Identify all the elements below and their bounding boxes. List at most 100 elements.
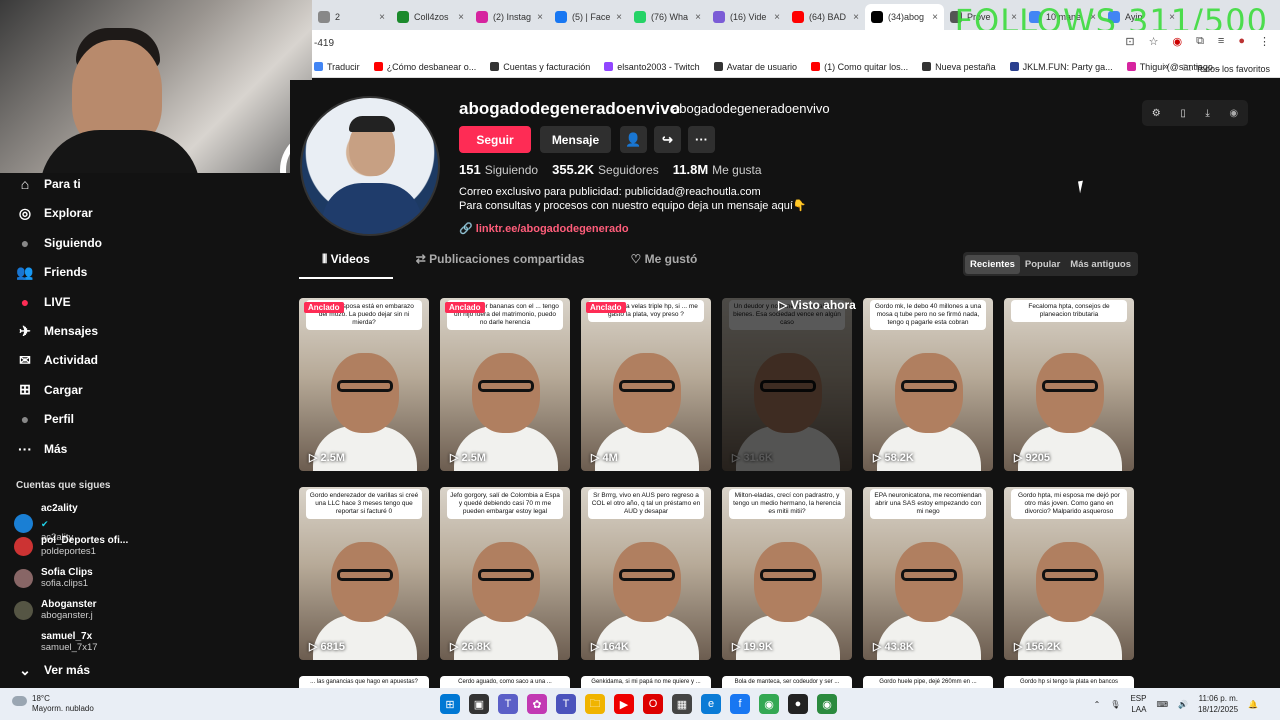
media-icon[interactable]: ≡ <box>1218 35 1224 48</box>
stat-item[interactable]: 151 Siguiendo <box>459 162 538 177</box>
stat-item[interactable]: 355.2K Seguidores <box>552 162 659 177</box>
copilot-icon[interactable]: ✿ <box>527 694 547 714</box>
teams-icon[interactable]: T <box>498 694 518 714</box>
facebook-icon[interactable]: f <box>730 694 750 714</box>
video-card[interactable]: hpta, mi esposa está en embarazo del moz… <box>299 298 429 471</box>
close-tab-icon[interactable]: × <box>537 12 543 23</box>
browser-tab[interactable]: (64) BAD × <box>786 4 865 30</box>
obs-icon[interactable]: ● <box>788 694 808 714</box>
follow-button[interactable]: Seguir <box>459 126 531 153</box>
settings-icon[interactable]: ⚙ <box>1152 108 1161 119</box>
sidebar-item-more[interactable]: ··· Más <box>16 440 67 458</box>
sidebar-item-following-avatar[interactable]: ● Siguiendo <box>16 234 102 252</box>
close-tab-icon[interactable]: × <box>932 12 938 23</box>
all-bookmarks[interactable]: 🗀 Todos los favoritos <box>1182 61 1270 77</box>
address-bar[interactable]: -419 ⊡ ☆ ◉ ⧉ ≡ ● ⋮ <box>312 30 1280 56</box>
share-icon[interactable]: ↪ <box>654 126 681 153</box>
video-card[interactable]: Gordo enderezador de varillas si creé un… <box>299 487 429 660</box>
video-card[interactable]: Gordo hpta, mi esposa me dejó por otro m… <box>1004 487 1134 660</box>
video-card-partial[interactable]: Bola de manteca, ser codeudor y ser ... <box>722 676 852 688</box>
followed-account[interactable]: Aboganster aboganster.j <box>14 599 97 621</box>
file-explorer-icon[interactable]: 🗀 <box>585 694 605 714</box>
video-card-partial[interactable]: ... las ganancias que hago en apuestas? <box>299 676 429 688</box>
followed-account[interactable]: samuel_7x samuel_7x17 <box>14 631 98 653</box>
weather-widget[interactable]: 18°C Mayorm. nublado <box>12 694 94 714</box>
sort-oldest[interactable]: Más antiguos <box>1065 255 1136 274</box>
chrome-profile-icon[interactable]: ◉ <box>817 694 837 714</box>
video-card[interactable]: EPA neuronicatona, me recomiendan abrir … <box>863 487 993 660</box>
extensions-icon[interactable]: ⧉ <box>1196 35 1204 48</box>
video-card[interactable]: Sr Brrrg, vivo en AUS pero regreso a COL… <box>581 487 711 660</box>
clock[interactable]: 11:06 p. m. 18/12/2025 <box>1198 693 1238 715</box>
video-card-partial[interactable]: Gordo hp si tengo la plata en bancos <box>1004 676 1134 688</box>
video-card[interactable]: Fecaloma hpta, consejos de planeacion tr… <box>1004 298 1134 471</box>
add-friend-icon[interactable]: 👤 <box>620 126 647 153</box>
chrome-icon[interactable]: ◉ <box>759 694 779 714</box>
bookmark-item[interactable]: Traducir <box>314 62 360 72</box>
teams-work-icon[interactable]: T <box>556 694 576 714</box>
bookmark-item[interactable]: JKLM.FUN: Party ga... <box>1009 62 1113 72</box>
volume-icon[interactable]: 🔊 <box>1178 700 1188 709</box>
video-card[interactable]: Jefo gorgory, salí de Colombia a Espa y … <box>440 487 570 660</box>
download-icon[interactable]: ⤓ <box>1205 108 1209 119</box>
browser-tab[interactable]: Coll4zos × <box>391 4 470 30</box>
language-indicator[interactable]: ESP LAA <box>1130 693 1146 715</box>
browser-tab[interactable]: 2 × <box>312 4 391 30</box>
close-tab-icon[interactable]: × <box>774 12 780 23</box>
sidebar-item-upload[interactable]: ⊞ Cargar <box>16 381 83 399</box>
tab-liked[interactable]: ♡ Me gustó <box>608 252 721 279</box>
opera-extension-icon[interactable]: ◉ <box>1172 35 1182 48</box>
microphone-icon[interactable]: 🎙 <box>1110 700 1120 709</box>
sort-popular[interactable]: Popular <box>1020 255 1065 274</box>
video-card-partial[interactable]: Genkidama, si mi papá no me quiere y ... <box>581 676 711 688</box>
youtube-icon[interactable]: ▶ <box>614 694 634 714</box>
video-card-partial[interactable]: Gordo huele pipe, dejé 260mm en ... <box>863 676 993 688</box>
tray-chevron-icon[interactable]: ⌃ <box>1094 700 1101 709</box>
browser-tab[interactable]: (76) Wha × <box>628 4 707 30</box>
see-more-link[interactable]: ⌄ Ver más <box>16 661 90 679</box>
video-card-partial[interactable]: Cerdo aguado, como saco a una ... <box>440 676 570 688</box>
device-icon[interactable]: ▯ <box>1180 108 1186 119</box>
close-tab-icon[interactable]: × <box>458 12 464 23</box>
profile-icon[interactable]: ● <box>1238 35 1245 48</box>
sidebar-item-friends[interactable]: 👥 Friends <box>16 263 87 281</box>
edge-icon[interactable]: e <box>701 694 721 714</box>
bookmark-item[interactable]: (1) Como quitar los... <box>811 62 908 72</box>
stat-item[interactable]: 11.8M Me gusta <box>673 162 762 177</box>
notification-bell-icon[interactable]: 🔔 <box>1248 700 1258 709</box>
browser-tab[interactable]: (5) | Face × <box>549 4 628 30</box>
sidebar-item-messages[interactable]: ✈ Mensajes <box>16 322 98 340</box>
tab-videos[interactable]: ⦀ Videos <box>299 252 393 279</box>
close-tab-icon[interactable]: × <box>695 12 701 23</box>
browser-tab[interactable]: (34)abog × <box>865 4 944 30</box>
browser-tab[interactable]: (2) Instag × <box>470 4 549 30</box>
sidebar-item-compass[interactable]: ◎ Explorar <box>16 204 93 222</box>
opera-icon[interactable]: O <box>643 694 663 714</box>
video-card[interactable]: enderezador bananas con el ... tengo un … <box>440 298 570 471</box>
bookmark-item[interactable]: Cuentas y facturación <box>490 62 590 72</box>
menu-kebab-icon[interactable]: ⋮ <box>1259 35 1270 48</box>
bookmark-item[interactable]: ¿Cómo desbanear o... <box>373 62 476 72</box>
close-tab-icon[interactable]: × <box>616 12 622 23</box>
network-icon[interactable]: ⌨ <box>1156 700 1168 709</box>
profile-link[interactable]: 🔗 linktr.ee/abogadodegenerado <box>459 222 629 235</box>
bookmarks-overflow-icon[interactable]: » <box>1163 61 1168 77</box>
video-card[interactable]: Gordo mk, le debo 40 millones a una mosa… <box>863 298 993 471</box>
task-view-icon[interactable]: ▣ <box>469 694 489 714</box>
video-card[interactable]: Un deudor y no tiene responsable de bien… <box>722 298 852 471</box>
tab-shared-posts[interactable]: ⇄ Publicaciones compartidas <box>393 252 608 279</box>
followed-account[interactable]: Sofia Clips sofia.clips1 <box>14 567 93 589</box>
more-options-icon[interactable]: ··· <box>688 126 715 153</box>
video-card[interactable]: Milton-eladas, crecí con padrastro, y te… <box>722 487 852 660</box>
close-tab-icon[interactable]: × <box>853 12 859 23</box>
video-card[interactable]: Gordo sopla velas triple hp, si ... me g… <box>581 298 711 471</box>
sidebar-item-home[interactable]: ⌂ Para ti <box>16 175 81 193</box>
start-icon[interactable]: ⊞ <box>440 694 460 714</box>
user-avatar-icon[interactable]: ◉ <box>1229 108 1238 119</box>
calculator-icon[interactable]: ▦ <box>672 694 692 714</box>
bookmark-item[interactable]: Nueva pestaña <box>922 62 996 72</box>
sidebar-item-live[interactable]: ● LIVE <box>16 293 71 311</box>
bookmark-item[interactable]: elsanto2003 - Twitch <box>604 62 700 72</box>
bookmark-item[interactable]: Avatar de usuario <box>713 62 797 72</box>
sidebar-item-profile-avatar[interactable]: ● Perfil <box>16 410 74 428</box>
